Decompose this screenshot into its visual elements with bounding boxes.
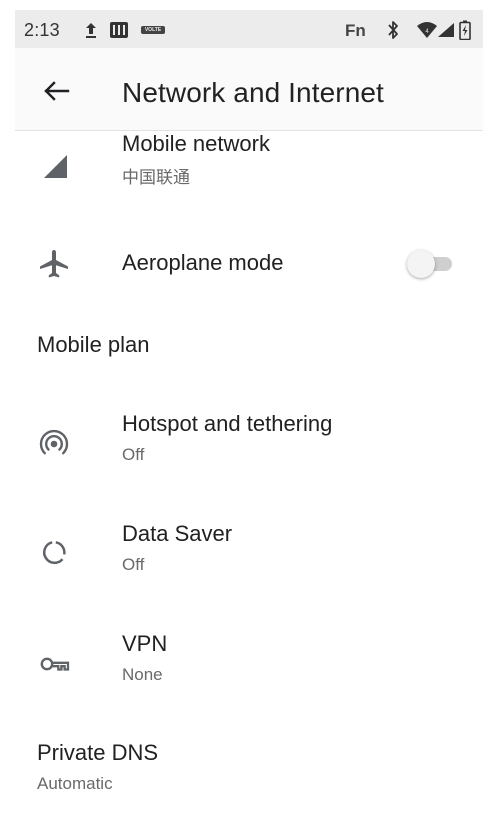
mobile-network-row[interactable]: Mobile network 中国联通 <box>15 130 483 196</box>
data-saver-row[interactable]: Data Saver Off <box>15 512 483 600</box>
status-time: 2:13 <box>24 20 60 40</box>
volte-icon: VOLTE <box>141 26 165 34</box>
hotspot-row[interactable]: Hotspot and tethering Off <box>15 402 483 490</box>
private-dns-title: Private DNS <box>37 740 159 765</box>
aeroplane-mode-row[interactable]: Aeroplane mode <box>15 220 483 308</box>
private-dns-row[interactable]: Private DNS Automatic <box>15 734 483 808</box>
mobile-plan-row[interactable]: Mobile plan <box>15 310 483 376</box>
data-saver-title: Data Saver <box>122 521 233 546</box>
mobile-network-carrier: 中国联通 <box>122 168 190 187</box>
data-saver-status: Off <box>122 555 145 574</box>
battery-charging-icon <box>459 20 471 40</box>
switch-thumb <box>407 250 435 278</box>
fn-indicator: Fn <box>345 21 366 40</box>
arrow-back-icon[interactable] <box>39 74 73 108</box>
bluetooth-icon <box>388 21 398 39</box>
vpn-status: None <box>122 665 163 684</box>
cellular-signal-icon <box>44 155 67 178</box>
aeroplane-mode-title: Aeroplane mode <box>122 250 284 275</box>
app-bar: Network and Internet <box>15 48 483 131</box>
private-dns-mode: Automatic <box>37 774 113 793</box>
hotspot-status: Off <box>122 445 145 464</box>
android-screen: 2:13 VOLTE Fn 4 Network and Internet Mob… <box>15 10 483 815</box>
hotspot-title: Hotspot and tethering <box>122 411 333 436</box>
airplane-icon <box>40 250 68 278</box>
mobile-plan-title: Mobile plan <box>37 332 150 357</box>
sim-card-icon <box>110 22 128 38</box>
upload-icon <box>86 23 96 38</box>
vpn-key-icon <box>40 657 70 671</box>
page-title: Network and Internet <box>122 77 384 108</box>
wifi-icon: 4 <box>417 22 437 38</box>
signal-icon <box>438 23 454 37</box>
data-saver-icon <box>43 541 66 565</box>
settings-list: Mobile network 中国联通 Aeroplane mode Mobil… <box>15 130 483 815</box>
status-bar: 2:13 VOLTE Fn 4 <box>15 10 483 48</box>
mobile-network-title: Mobile network <box>122 131 270 156</box>
vpn-row[interactable]: VPN None <box>15 624 483 712</box>
hotspot-icon <box>39 429 69 455</box>
aeroplane-mode-switch[interactable] <box>407 249 459 279</box>
vpn-title: VPN <box>122 631 168 656</box>
